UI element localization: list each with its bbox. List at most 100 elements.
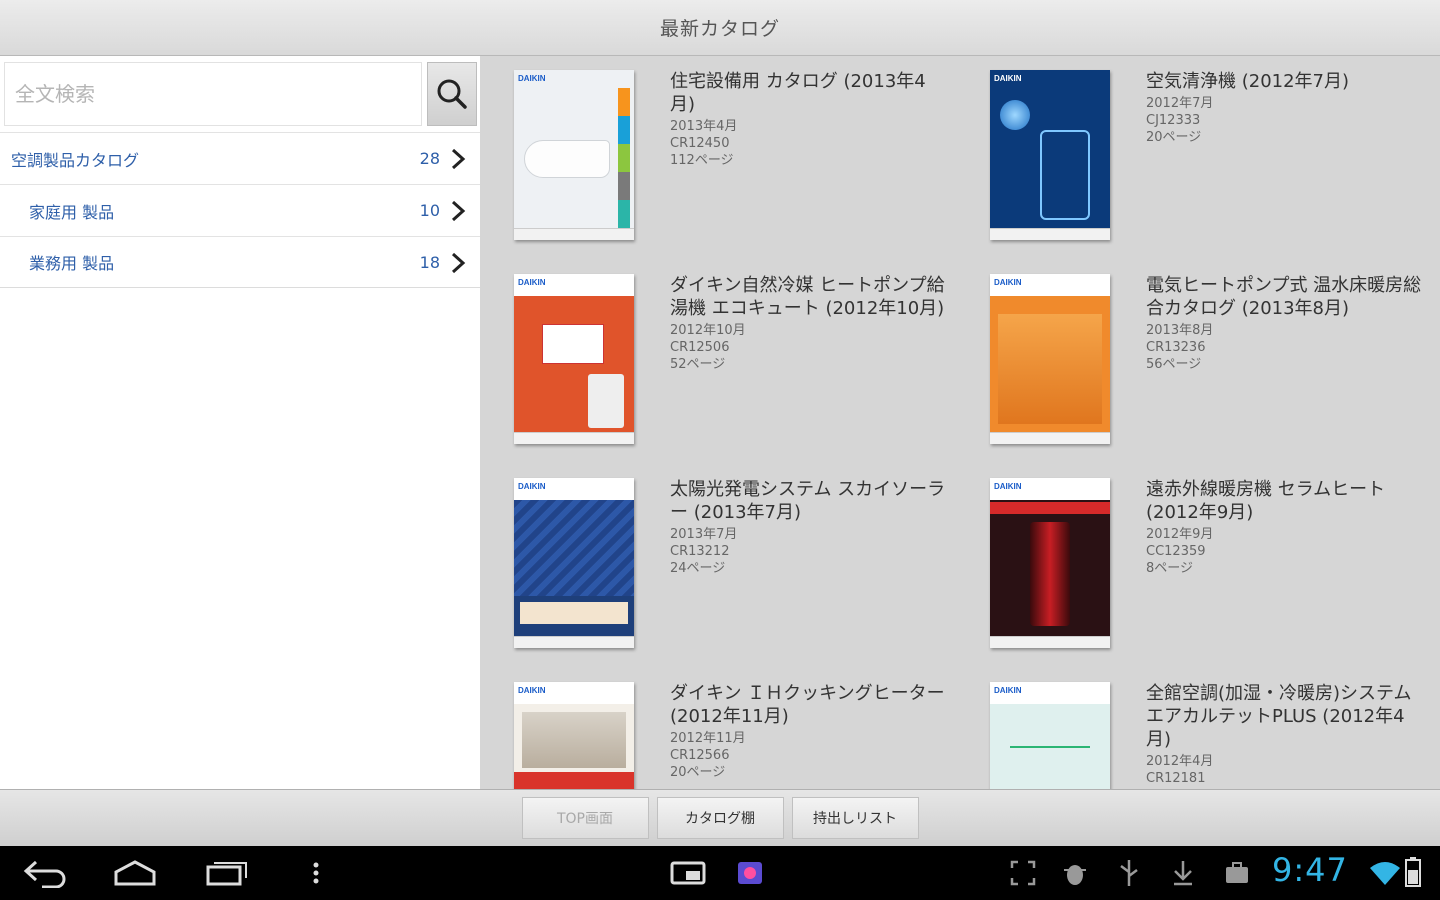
category-label: 空調製品カタログ — [11, 150, 140, 170]
battery-icon — [1405, 857, 1421, 887]
catalog-card[interactable]: DAIKIN 空気清浄機 (2012年7月) 2012年7月 CJ12333 2… — [956, 56, 1416, 246]
brand-logo: DAIKIN — [994, 482, 1022, 491]
catalog-meta: 2012年7月 CJ12333 20ページ — [1146, 95, 1426, 146]
catalog-info: 電気ヒートポンプ式 温水床暖房総合カタログ (2013年8月) 2013年8月 … — [1146, 274, 1426, 373]
catalog-info: ダイキン ＩＨクッキングヒーター (2012年11月) 2012年11月 CR1… — [670, 682, 950, 781]
top-screen-button[interactable]: TOP画面 — [521, 797, 649, 839]
search-row — [0, 56, 480, 132]
catalog-card[interactable]: DAIKIN ダイキン ＩＨクッキングヒーター (2012年11月) 2012年… — [480, 668, 945, 789]
fullscreen-icon — [1010, 860, 1036, 886]
cover-image — [522, 712, 626, 768]
home-button[interactable] — [110, 858, 160, 888]
catalog-date: 2012年4月 — [1146, 754, 1214, 769]
catalog-date: 2012年11月 — [670, 731, 746, 746]
cover-image — [1000, 100, 1030, 130]
recent-apps-icon — [206, 862, 247, 886]
category-label: 業務用 製品 — [29, 254, 115, 273]
catalog-title: 太陽光発電システム スカイソーラー (2013年7月) — [670, 479, 946, 523]
work-status — [1222, 858, 1252, 888]
cover-image — [524, 140, 610, 178]
cover-image — [1040, 130, 1090, 220]
catalog-meta: 2013年4月 CR12450 112ページ — [670, 118, 950, 169]
catalog-card[interactable]: DAIKIN 電気ヒートポンプ式 温水床暖房総合カタログ (2013年8月) 2… — [956, 260, 1421, 450]
catalog-title: 遠赤外線暖房機 セラムヒート (2012年9月) — [1146, 479, 1386, 523]
category-list: 空調製品カタログ 28 家庭用 製品 10 業務用 製品 18 — [0, 132, 480, 288]
catalog-cover[interactable]: DAIKIN — [990, 274, 1110, 444]
catalog-info: 住宅設備用 カタログ (2013年4月) 2013年4月 CR12450 112… — [670, 70, 950, 169]
usb-status — [1116, 858, 1142, 888]
takeout-list-button[interactable]: 持出しリスト — [791, 797, 919, 839]
overflow-menu-icon — [313, 862, 319, 884]
catalog-shelf-button[interactable]: カタログ棚 — [656, 797, 784, 839]
catalog-title: ダイキン ＩＨクッキングヒーター (2012年11月) — [670, 683, 945, 727]
cover-image — [514, 500, 634, 596]
catalog-code: CR13212 — [670, 544, 730, 559]
catalog-cover[interactable]: DAIKIN — [514, 682, 634, 789]
category-item-home[interactable]: 家庭用 製品 10 — [0, 184, 480, 236]
cover-footer — [990, 636, 1110, 648]
catalog-meta: 2012年4月 CR12181 — [1146, 753, 1426, 787]
category-count: 18 — [419, 252, 440, 272]
catalog-card[interactable]: DAIKIN 遠赤外線暖房機 セラムヒート (2012年9月) 2012年9月 … — [956, 464, 1416, 654]
wifi-icon — [1370, 862, 1400, 885]
catalog-date: 2012年9月 — [1146, 527, 1214, 542]
brand-logo: DAIKIN — [518, 482, 546, 491]
app-notification[interactable] — [734, 858, 766, 888]
catalog-cover[interactable]: DAIKIN — [990, 478, 1110, 648]
brand-logo: DAIKIN — [994, 686, 1022, 695]
catalog-date: 2013年7月 — [670, 527, 738, 542]
cover-footer — [514, 432, 634, 444]
catalog-cover[interactable]: DAIKIN — [990, 70, 1110, 240]
brand-logo: DAIKIN — [518, 278, 546, 287]
catalog-cover[interactable]: DAIKIN — [990, 682, 1110, 789]
catalog-card[interactable]: DAIKIN 全館空調(加湿・冷暖房)システム エアカルテットPLUS (201… — [956, 668, 1416, 789]
system-navigation-bar — [0, 846, 1440, 900]
cover-image — [514, 772, 634, 789]
cover-image — [520, 602, 628, 624]
category-item-aircon[interactable]: 空調製品カタログ 28 — [0, 132, 480, 184]
cover-image — [1010, 732, 1090, 748]
menu-button[interactable] — [308, 858, 324, 888]
catalog-card[interactable]: DAIKIN ダイキン自然冷媒 ヒートポンプ給湯機 エコキュート (2012年1… — [480, 260, 945, 450]
search-button[interactable] — [427, 62, 477, 126]
category-item-business[interactable]: 業務用 製品 18 — [0, 236, 480, 288]
catalog-cover[interactable]: DAIKIN — [514, 70, 634, 240]
catalog-card[interactable]: DAIKIN 太陽光発電システム スカイソーラー (2013年7月) 2013年… — [480, 464, 945, 654]
search-input[interactable] — [4, 62, 422, 126]
cover-image — [542, 324, 604, 364]
cover-banner — [990, 502, 1110, 514]
cover-image — [1030, 522, 1070, 626]
catalog-title: 電気ヒートポンプ式 温水床暖房総合カタログ (2013年8月) — [1146, 275, 1422, 319]
category-count: 28 — [419, 149, 440, 168]
app-icon — [738, 862, 762, 884]
debug-status — [1060, 858, 1090, 888]
status-clock: 9:47 — [1272, 851, 1348, 889]
catalog-code: CJ12333 — [1146, 113, 1201, 128]
catalog-card[interactable]: DAIKIN 住宅設備用 カタログ (2013年4月) 2013年4月 CR12… — [480, 56, 940, 246]
sidebar: 空調製品カタログ 28 家庭用 製品 10 業務用 製品 18 — [0, 56, 480, 789]
brand-logo: DAIKIN — [994, 74, 1022, 83]
catalog-code: CR12181 — [1146, 771, 1206, 786]
back-button[interactable] — [22, 858, 70, 888]
screen-mode-button[interactable] — [668, 858, 708, 888]
cover-image — [588, 374, 624, 428]
catalog-pages: 112ページ — [670, 153, 734, 168]
catalog-pages: 20ページ — [1146, 130, 1202, 145]
back-icon — [23, 860, 66, 888]
cover-footer — [514, 228, 634, 240]
bug-icon — [1064, 865, 1086, 885]
bottom-button-bar: TOP画面 カタログ棚 持出しリスト — [0, 789, 1440, 846]
catalog-date: 2013年4月 — [670, 119, 738, 134]
catalog-date: 2013年8月 — [1146, 323, 1214, 338]
recent-apps-button[interactable] — [202, 858, 250, 888]
window-icon — [670, 861, 706, 885]
catalog-cover[interactable]: DAIKIN — [514, 274, 634, 444]
chevron-right-icon — [451, 252, 466, 274]
catalog-title: ダイキン自然冷媒 ヒートポンプ給湯機 エコキュート (2012年10月) — [670, 275, 945, 319]
category-count: 10 — [419, 201, 440, 220]
catalog-meta: 2013年7月 CR13212 24ページ — [670, 526, 950, 577]
catalog-code: CC12359 — [1146, 544, 1206, 559]
catalog-info: 空気清浄機 (2012年7月) 2012年7月 CJ12333 20ページ — [1146, 70, 1426, 146]
download-status — [1170, 858, 1196, 888]
catalog-cover[interactable]: DAIKIN — [514, 478, 634, 648]
